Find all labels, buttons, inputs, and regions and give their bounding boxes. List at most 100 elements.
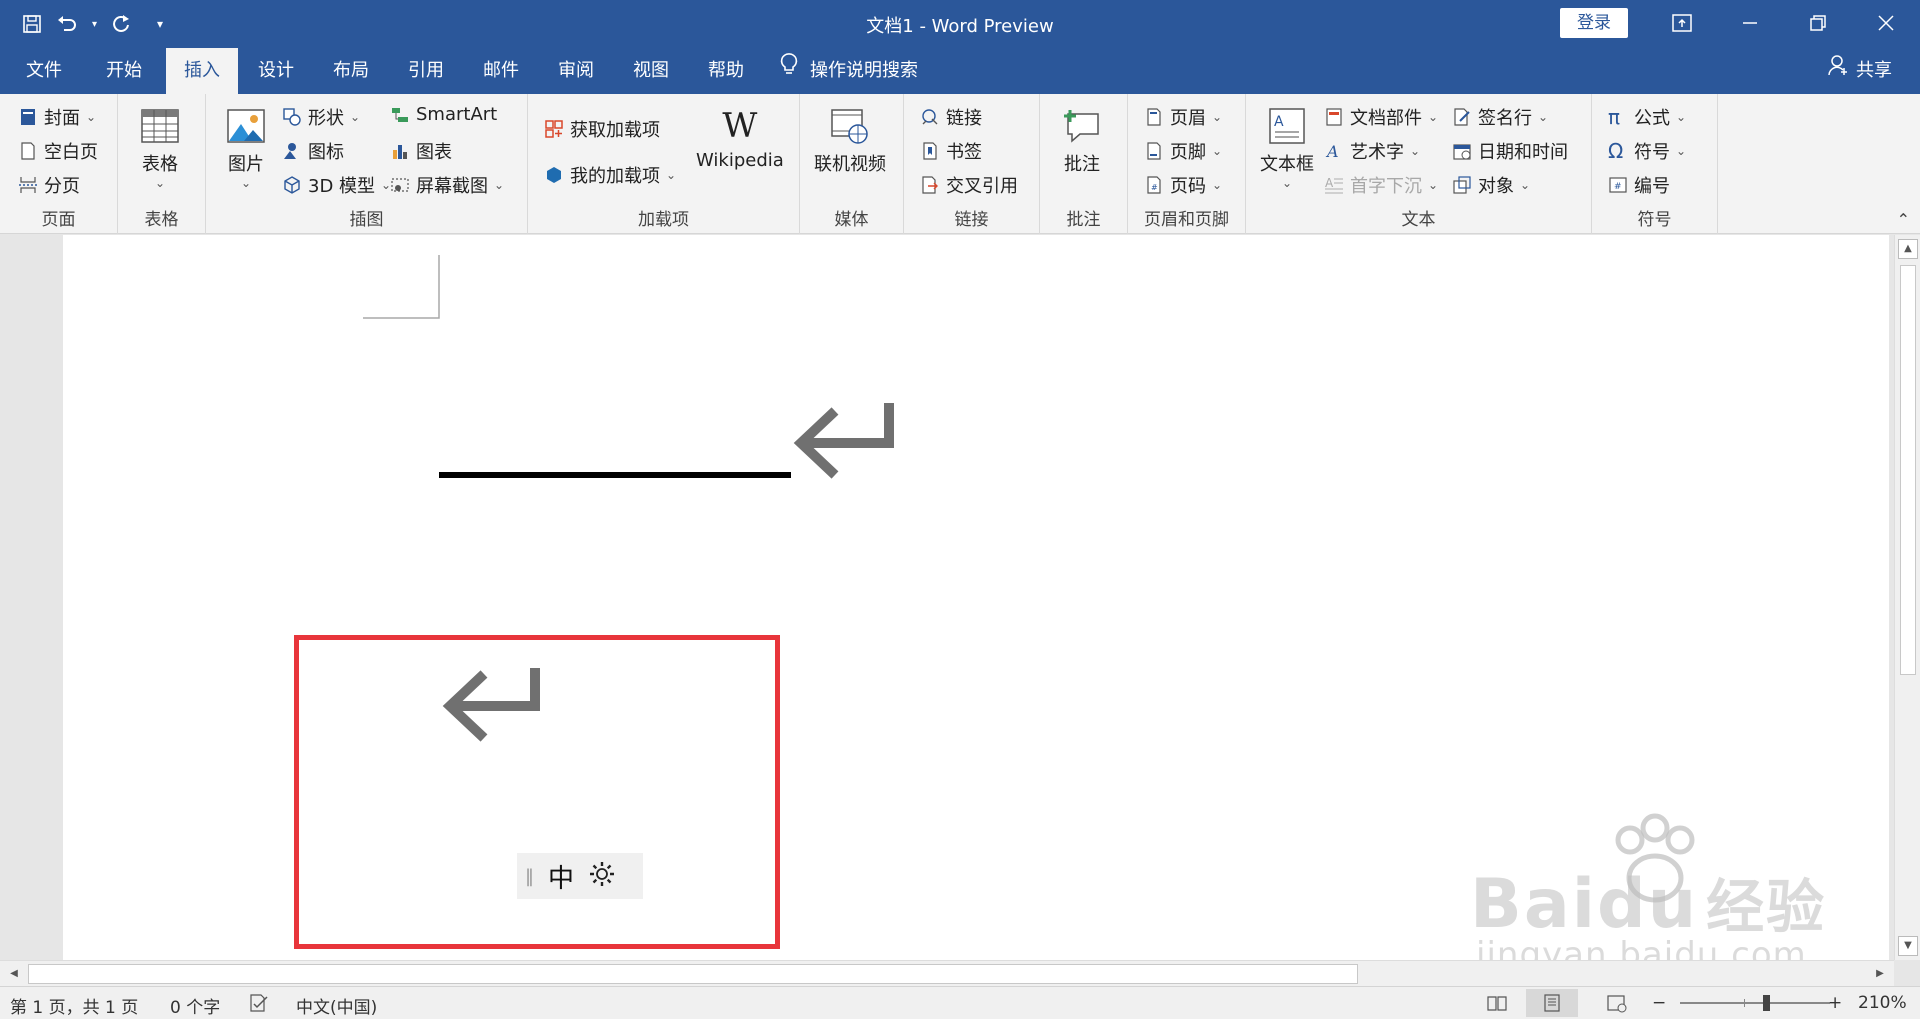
vertical-scrollbar[interactable]: ▲ ▼ [1894, 235, 1920, 960]
header-icon [1147, 108, 1161, 126]
scroll-left-icon[interactable]: ◀ [4, 964, 24, 984]
group-symbols: π 公式 ⌄ Ω 符号 ⌄ # 编号 符号 [1592, 94, 1718, 234]
store-icon [545, 120, 563, 138]
online-video-button[interactable]: 联机视频 [814, 106, 886, 176]
date-time-button[interactable]: 日期和时间 [1452, 138, 1568, 164]
scroll-down-icon[interactable]: ▼ [1898, 936, 1918, 956]
language-status[interactable]: 中文(中国) [296, 993, 377, 1018]
zoom-slider-thumb[interactable] [1763, 995, 1770, 1011]
tab-design[interactable]: 设计 [252, 48, 300, 94]
tab-layout[interactable]: 布局 [327, 48, 375, 94]
quick-parts-button[interactable]: 文档部件 ⌄ [1324, 104, 1438, 130]
ribbon-insert: 封面 ⌄ 空白页 分页 页面 表格 ⌄ 表格 图片 ⌄ 形状 ⌄ 图标 3D 模… [0, 94, 1920, 234]
icons-button[interactable]: 图标 [282, 138, 344, 164]
zoom-level[interactable]: 210% [1858, 993, 1907, 1013]
my-addins-button[interactable]: 我的加载项 ⌄ [544, 162, 676, 188]
web-layout-icon[interactable] [1606, 993, 1628, 1018]
ime-drag-handle-icon[interactable]: ‖ [525, 866, 534, 887]
scroll-up-icon[interactable]: ▲ [1898, 239, 1918, 259]
blank-page-button[interactable]: 空白页 [18, 138, 98, 164]
cover-page-button[interactable]: 封面 ⌄ [18, 104, 96, 130]
object-button[interactable]: 对象 ⌄ [1452, 172, 1530, 198]
wikipedia-button[interactable]: W Wikipedia [696, 106, 784, 171]
3d-models-button[interactable]: 3D 模型 ⌄ [282, 172, 391, 198]
group-comments: 批注 批注 [1040, 94, 1128, 234]
zoom-out-icon[interactable]: − [1652, 993, 1666, 1013]
zoom-slider[interactable] [1680, 1002, 1830, 1004]
equation-button[interactable]: π 公式 ⌄ [1608, 104, 1686, 130]
group-label-text: 文本 [1401, 210, 1436, 230]
underline-rule [439, 472, 791, 478]
wordart-button[interactable]: A 艺术字 ⌄ [1324, 138, 1420, 164]
get-addins-button[interactable]: 获取加载项 [544, 116, 660, 142]
cross-reference-button[interactable]: 交叉引用 [920, 172, 1018, 198]
word-count[interactable]: 0 个字 [170, 993, 220, 1018]
smartart-button[interactable]: SmartArt [390, 104, 497, 125]
tab-help[interactable]: 帮助 [702, 48, 750, 94]
number-button[interactable]: # 编号 [1608, 172, 1670, 198]
group-media: 联机视频 媒体 [800, 94, 904, 234]
ime-toolbar[interactable]: ‖ 中 [517, 853, 643, 899]
object-icon [1453, 176, 1471, 194]
horizontal-scrollbar[interactable]: ◀ ▶ [0, 960, 1894, 986]
tab-review[interactable]: 审阅 [552, 48, 600, 94]
footer-button[interactable]: 页脚 ⌄ [1144, 138, 1222, 164]
signature-line-button[interactable]: 签名行 ⌄ [1452, 104, 1548, 130]
tell-me-search[interactable]: 操作说明搜索 [780, 48, 918, 94]
tab-file[interactable]: 文件 [20, 48, 68, 94]
tab-home[interactable]: 开始 [100, 48, 148, 94]
status-bar: 第 1 页，共 1 页 0 个字 中文(中国) − + 210% [0, 986, 1920, 1019]
page-break-button[interactable]: 分页 [18, 172, 80, 198]
svg-text:A: A [1325, 176, 1334, 190]
group-label-header-footer: 页眉和页脚 [1144, 210, 1229, 230]
picture-icon [227, 109, 265, 143]
svg-text:#: # [1614, 182, 1622, 192]
bookmark-button[interactable]: 书签 [920, 138, 982, 164]
login-button[interactable]: 登录 [1560, 8, 1628, 38]
chart-button[interactable]: 图表 [390, 138, 452, 164]
ribbon-display-options-icon[interactable] [1648, 0, 1716, 46]
text-box-button[interactable]: A 文本框 ⌄ [1260, 106, 1314, 190]
table-button[interactable]: 表格 ⌄ [140, 106, 180, 190]
page-margin-corner-mark [363, 255, 440, 319]
link-icon [922, 109, 938, 125]
window-title: 文档1 - Word Preview [866, 16, 1054, 37]
header-button[interactable]: 页眉 ⌄ [1144, 104, 1222, 130]
shapes-button[interactable]: 形状 ⌄ [282, 104, 360, 130]
close-icon[interactable] [1852, 0, 1920, 46]
title-bar: ▾ ▾ 文档1 - Word Preview 登录 [0, 0, 1920, 48]
scroll-right-icon[interactable]: ▶ [1870, 964, 1890, 984]
read-mode-icon[interactable] [1486, 993, 1508, 1018]
tab-mailings[interactable]: 邮件 [477, 48, 525, 94]
tab-references[interactable]: 引用 [402, 48, 450, 94]
screenshot-button[interactable]: 屏幕截图 ⌄ [390, 172, 504, 198]
vertical-scroll-thumb[interactable] [1900, 265, 1916, 675]
pi-icon: π [1608, 105, 1621, 129]
proofing-icon[interactable] [248, 993, 270, 1018]
smartart-icon [392, 107, 408, 122]
restore-icon[interactable] [1784, 0, 1852, 46]
horizontal-scroll-thumb[interactable] [28, 964, 1358, 984]
tab-view[interactable]: 视图 [627, 48, 675, 94]
minimize-icon[interactable] [1716, 0, 1784, 46]
link-button[interactable]: 链接 [920, 104, 982, 130]
zoom-in-icon[interactable]: + [1828, 993, 1842, 1013]
page-break-icon [19, 177, 37, 193]
gear-icon[interactable] [588, 860, 616, 893]
table-icon [141, 109, 179, 143]
tab-insert[interactable]: 插入 [166, 48, 238, 94]
group-label-addins: 加载项 [638, 210, 689, 230]
drop-cap-button[interactable]: A 首字下沉 ⌄ [1324, 172, 1438, 198]
page-number-button[interactable]: # 页码 ⌄ [1144, 172, 1222, 198]
print-layout-icon[interactable] [1526, 989, 1578, 1017]
pictures-button[interactable]: 图片 ⌄ [226, 106, 266, 190]
new-comment-button[interactable]: 批注 [1062, 106, 1102, 176]
group-label-tables: 表格 [144, 210, 179, 230]
page-count[interactable]: 第 1 页，共 1 页 [10, 993, 138, 1018]
collapse-ribbon-icon[interactable]: ⌃ [1897, 210, 1910, 229]
group-pages: 封面 ⌄ 空白页 分页 页面 [0, 94, 118, 234]
group-addins: 获取加载项 我的加载项 ⌄ W Wikipedia 加载项 [528, 94, 800, 234]
symbol-button[interactable]: Ω 符号 ⌄ [1608, 138, 1686, 164]
ime-mode-label[interactable]: 中 [548, 858, 574, 895]
share-button[interactable]: 共享 [1828, 48, 1892, 94]
